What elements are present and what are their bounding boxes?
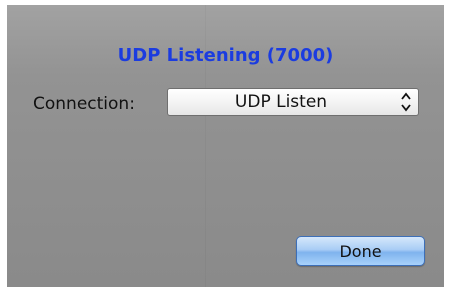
connection-select-value: UDP Listen (234, 92, 328, 112)
connection-select[interactable]: UDP Listen (167, 88, 419, 116)
dialog-title: UDP Listening (7000) (117, 45, 334, 66)
done-button[interactable]: Done (296, 236, 425, 266)
done-button-label: Done (339, 242, 382, 261)
udp-settings-dialog: UDP Listening (7000) Connection: UDP Lis… (7, 5, 444, 287)
up-down-chevron-icon (401, 92, 411, 112)
connection-label: Connection: (33, 94, 135, 114)
